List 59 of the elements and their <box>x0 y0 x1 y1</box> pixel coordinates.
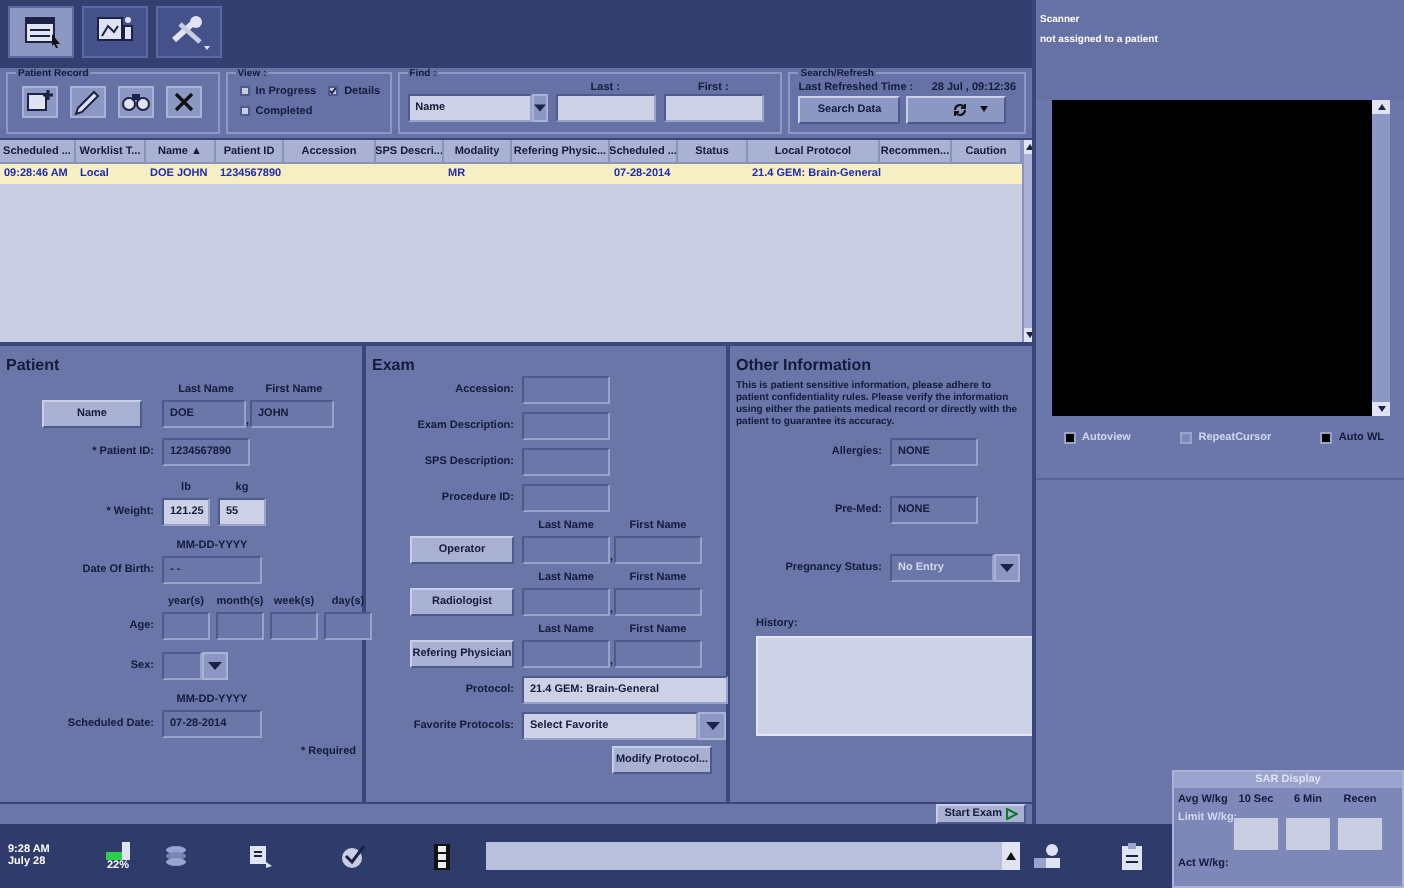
dropdown-button[interactable] <box>202 652 228 681</box>
input-field[interactable] <box>522 448 610 477</box>
caret-icon <box>208 662 222 671</box>
caret-icon <box>705 722 719 731</box>
toolbar-tab[interactable] <box>8 6 74 58</box>
disk-stack-icon[interactable] <box>164 844 188 868</box>
toolbar-tab[interactable] <box>156 6 222 58</box>
clipboard-icon[interactable] <box>1120 841 1144 871</box>
caret-icon <box>1000 564 1014 573</box>
input-field[interactable] <box>522 412 610 441</box>
caret-icon <box>533 103 546 112</box>
age-field[interactable] <box>216 612 264 641</box>
last-name-field[interactable] <box>555 93 656 122</box>
section-title: Exam <box>372 356 417 375</box>
value-field <box>1286 818 1330 850</box>
tools-icon <box>167 12 211 52</box>
toolbar-button[interactable] <box>70 85 106 118</box>
dropdown-button[interactable] <box>994 554 1020 583</box>
worklist-icon <box>19 12 63 52</box>
toolbar-tab[interactable] <box>82 6 148 58</box>
checkbox[interactable] <box>239 106 250 117</box>
toolbar-button[interactable] <box>118 85 154 118</box>
edit-icon <box>72 85 104 118</box>
age-field[interactable] <box>270 612 318 641</box>
scroll-down-button[interactable] <box>1372 402 1390 416</box>
input-field[interactable] <box>522 484 610 513</box>
age-field[interactable] <box>162 612 210 641</box>
refresh-button[interactable] <box>906 95 1007 124</box>
battery-icon <box>106 841 130 859</box>
person-icon[interactable] <box>1032 842 1060 870</box>
toolbar-button[interactable] <box>22 85 58 118</box>
checkbox[interactable] <box>239 86 250 97</box>
age-field[interactable] <box>324 612 372 641</box>
play-icon <box>1006 808 1018 821</box>
first-name-field[interactable] <box>614 588 702 617</box>
caret-icon <box>1006 852 1016 860</box>
last-name-field[interactable] <box>522 588 610 617</box>
message-field[interactable] <box>486 842 1002 870</box>
first-name-field[interactable] <box>663 93 764 122</box>
toolbar-button[interactable] <box>166 85 202 118</box>
history-field[interactable] <box>756 636 1036 737</box>
section-title: Patient <box>6 356 62 375</box>
check-disc-icon[interactable] <box>340 843 366 869</box>
scroll-up-button[interactable] <box>1372 100 1390 114</box>
refresh-icon <box>951 101 968 118</box>
section-title: Other Information <box>736 356 874 375</box>
input-field[interactable] <box>522 376 610 405</box>
film-strip-icon[interactable] <box>434 843 450 869</box>
last-name-field[interactable] <box>522 640 610 669</box>
document-icon[interactable] <box>248 844 272 868</box>
value-field <box>1234 818 1278 850</box>
last-name-field[interactable] <box>522 536 610 565</box>
caret-icon <box>979 106 988 113</box>
checkbox[interactable] <box>328 86 339 97</box>
dropdown-button[interactable] <box>698 712 726 741</box>
scroll-up-button[interactable] <box>1002 842 1020 870</box>
first-name-field[interactable] <box>614 536 702 565</box>
first-name-field[interactable] <box>614 640 702 669</box>
value-field <box>1338 818 1382 850</box>
